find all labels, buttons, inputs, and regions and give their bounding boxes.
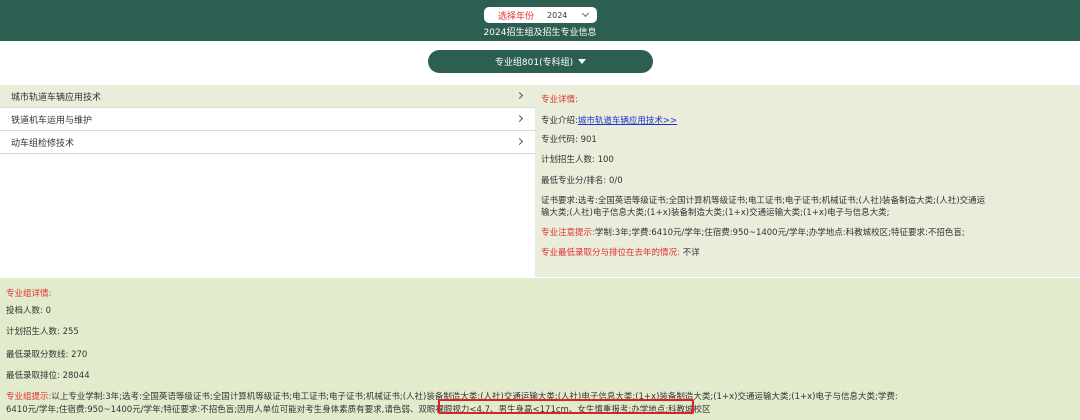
major-item[interactable]: 城市轨道车辆应用技术 — [0, 85, 535, 108]
code-value: 901 — [580, 135, 597, 145]
code-label: 专业代码: — [541, 135, 578, 145]
caret-down-icon — [578, 59, 587, 64]
notice-value: 学制:3年;学费:6410元/学年;住宿费:950~1400元/学年;办学地点:… — [594, 228, 965, 238]
group-select-button[interactable]: 专业组801(专科组) — [428, 50, 653, 73]
history-row: 专业最低录取分与排位在去年的情况: 不详 — [541, 246, 700, 258]
major-item[interactable]: 铁道机车运用与维护 — [0, 108, 535, 131]
min-rank-row: 最低专业分/排名: 0/0 — [541, 174, 623, 186]
history-value: 不详 — [682, 248, 700, 258]
major-detail-panel: 专业详情: 专业介绍:城市轨道车辆应用技术>> 专业代码: 901 计划招生人数… — [535, 85, 1080, 277]
intro-link[interactable]: 城市轨道车辆应用技术>> — [578, 116, 677, 126]
major-item-label: 城市轨道车辆应用技术 — [11, 92, 102, 103]
chevron-right-icon — [515, 137, 524, 146]
tip-label: 专业组提示: — [6, 392, 52, 402]
group-min-rank-label: 最低录取排位: — [6, 371, 60, 381]
group-select-label: 专业组801(专科组) — [494, 58, 574, 68]
highlight-box — [438, 399, 694, 414]
group-detail-heading: 专业组详情: — [6, 289, 52, 299]
notice-label: 专业注意提示: — [541, 228, 595, 238]
group-plan-row: 计划招生人数: 255 — [6, 325, 79, 337]
cert-line-2: 输大类;(人社)电子信息大类;(1+x)装备制造大类;(1+x)交通运输大类;(… — [541, 208, 890, 218]
intro-label: 专业介绍: — [541, 116, 578, 126]
group-min-rank-row: 最低录取排位: 28044 — [6, 369, 90, 381]
chevron-right-icon — [515, 114, 524, 123]
chevron-down-icon — [581, 9, 590, 18]
chevron-right-icon — [515, 91, 524, 100]
filed-row: 投档人数: 0 — [6, 304, 51, 316]
plan-row: 计划招生人数: 100 — [541, 153, 614, 165]
group-min-rank-value: 28044 — [62, 371, 90, 381]
top-header: 选择年份 2024 2024招生组及招生专业信息 — [0, 0, 1080, 41]
year-label: 选择年份 — [498, 11, 535, 22]
min-rank-label: 最低专业分/排名: — [541, 176, 607, 186]
history-label: 专业最低录取分与排位在去年的情况: — [541, 248, 680, 258]
group-plan-value: 255 — [62, 327, 79, 337]
plan-value: 100 — [597, 155, 614, 165]
min-score-row: 最低录取分数线: 270 — [6, 348, 87, 360]
cert-line-1: 证书要求:选考:全国英语等级证书;全国计算机等级证书;电工证书;电子证书;机械证… — [541, 196, 986, 206]
major-item[interactable]: 动车组检修技术 — [0, 131, 535, 154]
major-list: 城市轨道车辆应用技术 铁道机车运用与维护 动车组检修技术 — [0, 85, 535, 154]
year-value: 2024 — [547, 10, 568, 20]
detail-heading: 专业详情: — [541, 95, 578, 105]
group-plan-label: 计划招生人数: — [6, 327, 60, 337]
tip-text-2a: 6410元/学年;住宿费:950~1400元/学年;特征要求:不招色盲;因用人单… — [6, 405, 385, 415]
group-detail-panel: 专业组详情: 投档人数: 0 计划招生人数: 255 最低录取分数线: 270 … — [0, 278, 1080, 420]
min-rank-value: 0/0 — [608, 176, 623, 186]
intro-row: 专业介绍:城市轨道车辆应用技术>> — [541, 114, 677, 126]
min-score-label: 最低录取分数线: — [6, 350, 69, 360]
page-subtitle: 2024招生组及招生专业信息 — [483, 28, 597, 38]
year-selector[interactable]: 选择年份 2024 — [484, 7, 597, 23]
major-item-label: 铁道机车运用与维护 — [11, 115, 93, 126]
major-item-label: 动车组检修技术 — [11, 138, 75, 149]
filed-value: 0 — [45, 306, 51, 316]
plan-label: 计划招生人数: — [541, 155, 595, 165]
min-score-value: 270 — [71, 350, 88, 360]
notice-row: 专业注意提示:学制:3年;学费:6410元/学年;住宿费:950~1400元/学… — [541, 226, 965, 238]
filed-label: 投档人数: — [6, 306, 43, 316]
code-row: 专业代码: 901 — [541, 133, 597, 145]
